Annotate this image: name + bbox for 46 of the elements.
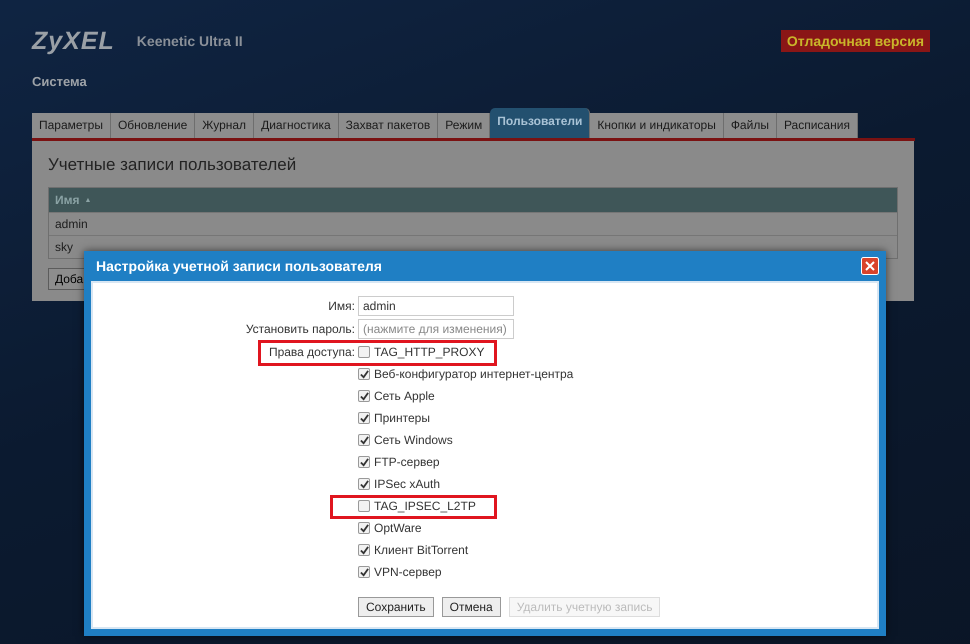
checkbox[interactable] [358, 368, 370, 380]
tab[interactable]: Обновление [110, 113, 196, 138]
tab[interactable]: Захват пакетов [338, 113, 438, 138]
tab[interactable]: Параметры [32, 113, 111, 138]
field-label: Имя: [327, 298, 356, 315]
tab[interactable]: Диагностика [254, 113, 339, 138]
checkbox-label: Клиент BitTorrent [374, 543, 468, 557]
checkbox[interactable] [358, 390, 370, 402]
checkbox[interactable] [358, 346, 370, 358]
checkbox-label: OptWare [374, 521, 422, 535]
checkbox[interactable] [358, 412, 370, 424]
checkbox[interactable] [358, 456, 370, 468]
checkbox[interactable] [358, 566, 370, 578]
checkbox-label: FTP-сервер [374, 455, 440, 469]
checkbox-label: VPN-сервер [374, 565, 442, 579]
checkbox-label: Веб-конфигуратор интернет-центра [374, 367, 574, 381]
checkbox-label: TAG_HTTP_PROXY [374, 345, 484, 359]
checkbox-label: Сеть Apple [374, 389, 435, 403]
password-field[interactable]: (нажмите для изменения) [358, 319, 514, 339]
field-label: Установить пароль: [244, 321, 356, 338]
tab[interactable]: Файлы [724, 113, 777, 138]
logo: ZyXEL [32, 26, 115, 56]
close-icon[interactable] [861, 257, 879, 275]
tab[interactable]: Кнопки и индикаторы [590, 113, 724, 138]
section-title: Система [32, 74, 88, 89]
checkbox-label: TAG_IPSEC_L2TP [374, 499, 476, 513]
name-field[interactable]: admin [358, 296, 514, 316]
checkbox[interactable] [358, 522, 370, 534]
tab[interactable]: Режим [438, 113, 490, 138]
tab[interactable]: Пользователи [490, 108, 590, 138]
checkbox[interactable] [358, 500, 370, 512]
debug-badge: Отладочная версия [780, 30, 930, 52]
checkbox-label: IPSec xAuth [374, 477, 440, 491]
panel-title: Учетные записи пользователей [48, 155, 298, 175]
checkbox[interactable] [358, 434, 370, 446]
dialog-button[interactable]: Сохранить [358, 597, 434, 617]
tab[interactable]: Расписания [776, 113, 858, 138]
checkbox[interactable] [358, 544, 370, 556]
checkbox-label: Сеть Windows [374, 433, 453, 447]
checkbox-label: Принтеры [374, 411, 430, 425]
checkbox[interactable] [358, 478, 370, 490]
dialog-button[interactable]: Отмена [442, 597, 501, 617]
table-row[interactable]: admin [49, 212, 897, 235]
model-name: Keenetic Ultra II [136, 33, 243, 49]
field-label: Права доступа: [268, 344, 356, 361]
tab[interactable]: Журнал [195, 113, 254, 138]
